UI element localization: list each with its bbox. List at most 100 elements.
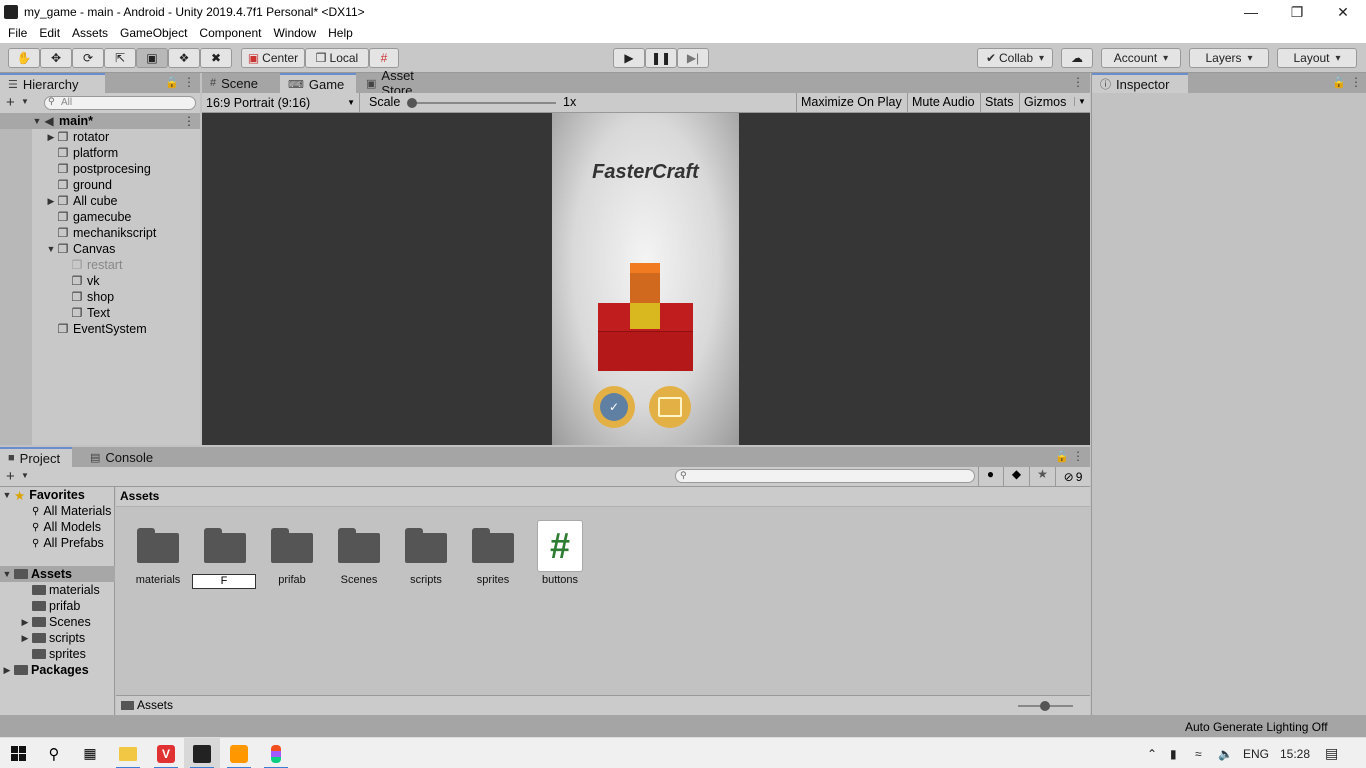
- menu-file[interactable]: File: [2, 24, 33, 43]
- clock[interactable]: 15:28: [1280, 738, 1310, 768]
- account-dropdown[interactable]: Account: [1101, 48, 1181, 68]
- panel-menu-icon[interactable]: ⋮: [1350, 75, 1362, 89]
- asset-folder-row[interactable]: prifab: [0, 598, 115, 614]
- step-button[interactable]: ▶|: [677, 48, 709, 68]
- tab-asset-store[interactable]: ▣ Asset Store: [358, 68, 454, 98]
- hierarchy-item[interactable]: ❐ shop: [0, 289, 200, 305]
- asset-folder-row[interactable]: sprites: [0, 646, 115, 662]
- scene-menu-icon[interactable]: ⋮: [183, 114, 195, 128]
- favorite-star-icon[interactable]: ★: [1029, 467, 1055, 486]
- rotate-tool-icon[interactable]: ⟳: [72, 48, 104, 68]
- expand-arrow-icon[interactable]: ▼: [0, 569, 14, 579]
- hierarchy-item[interactable]: ❐ Text: [0, 305, 200, 321]
- create-icon[interactable]: +: [6, 468, 15, 485]
- windows-start-icon[interactable]: [0, 738, 36, 768]
- scale-tool-icon[interactable]: ⇱: [104, 48, 136, 68]
- tray-chevron-icon[interactable]: ⌃: [1147, 738, 1157, 768]
- menu-window[interactable]: Window: [267, 24, 322, 43]
- cloud-icon[interactable]: ☁: [1061, 48, 1093, 68]
- scene-row[interactable]: ▼ ◀ main*: [0, 113, 200, 129]
- language-indicator[interactable]: ENG: [1243, 738, 1269, 768]
- packages-row[interactable]: ▶ Packages: [0, 662, 115, 678]
- menu-component[interactable]: Component: [193, 24, 267, 43]
- asset-folder-renaming[interactable]: F: [191, 520, 259, 590]
- restore-icon[interactable]: ❐: [1274, 0, 1320, 24]
- project-breadcrumb[interactable]: Assets: [116, 487, 1090, 507]
- layout-dropdown[interactable]: Layout: [1277, 48, 1357, 68]
- expand-arrow-icon[interactable]: ▼: [32, 116, 42, 126]
- icon-size-slider-handle[interactable]: [1040, 701, 1050, 711]
- lock-icon[interactable]: 🔒: [1055, 450, 1069, 463]
- panel-menu-icon[interactable]: ⋮: [1072, 449, 1084, 463]
- tab-game[interactable]: ⌨ Game: [280, 73, 356, 93]
- expand-arrow-icon[interactable]: ▶: [0, 665, 14, 676]
- rect-tool-icon[interactable]: ▣: [136, 48, 168, 68]
- shop-button[interactable]: [649, 386, 691, 428]
- vk-button[interactable]: ✓: [593, 386, 635, 428]
- scale-slider-handle[interactable]: [407, 98, 417, 108]
- hierarchy-item[interactable]: ▶ ❐ All cube: [0, 193, 200, 209]
- menu-gameobject[interactable]: GameObject: [114, 24, 193, 43]
- asset-folder-row[interactable]: ▶ scripts: [0, 630, 115, 646]
- tab-hierarchy[interactable]: ☰ Hierarchy: [0, 73, 105, 93]
- tab-project[interactable]: ■ Project: [0, 447, 72, 467]
- pivot-local-button[interactable]: ❒ Local: [305, 48, 369, 68]
- hierarchy-item[interactable]: ❐ vk: [0, 273, 200, 289]
- chevron-down-icon[interactable]: ▼: [21, 471, 29, 480]
- battery-icon[interactable]: ▮: [1170, 738, 1177, 768]
- play-button[interactable]: ▶: [613, 48, 645, 68]
- maximize-on-play-toggle[interactable]: Maximize On Play: [796, 93, 906, 112]
- search-icon[interactable]: ⚲: [36, 738, 72, 768]
- pause-button[interactable]: ❚❚: [645, 48, 677, 68]
- aspect-dropdown[interactable]: 16:9 Portrait (9:16) ▼: [202, 93, 360, 112]
- tab-console[interactable]: ▤ Console: [82, 447, 162, 467]
- grid-snap-icon[interactable]: #: [369, 48, 399, 68]
- mute-audio-toggle[interactable]: Mute Audio: [907, 93, 979, 112]
- hierarchy-item[interactable]: ❐ platform: [0, 145, 200, 161]
- move-tool-icon[interactable]: ✥: [40, 48, 72, 68]
- hierarchy-item[interactable]: ▼ ❐ Canvas: [0, 241, 200, 257]
- filter-type-icon[interactable]: ●: [978, 467, 1002, 486]
- asset-folder[interactable]: prifab: [258, 520, 326, 590]
- hierarchy-item[interactable]: ❐ ground: [0, 177, 200, 193]
- hierarchy-item[interactable]: ❐ gamecube: [0, 209, 200, 225]
- project-search-input[interactable]: [675, 469, 975, 483]
- collab-button[interactable]: ✔ Collab: [977, 48, 1053, 68]
- add-icon[interactable]: +: [6, 94, 15, 111]
- custom-tool-icon[interactable]: ✖: [200, 48, 232, 68]
- notification-icon[interactable]: ▤: [1325, 738, 1338, 768]
- favorite-item[interactable]: ⚲ All Prefabs: [0, 535, 115, 551]
- asset-folder[interactable]: Scenes: [325, 520, 393, 590]
- favorite-item[interactable]: ⚲ All Materials: [0, 503, 115, 519]
- hierarchy-item[interactable]: ▶ ❐ rotator: [0, 129, 200, 145]
- minimize-icon[interactable]: —: [1228, 0, 1274, 24]
- asset-folder[interactable]: materials: [124, 520, 192, 590]
- scale-slider-track[interactable]: [410, 102, 556, 104]
- stats-toggle[interactable]: Stats: [980, 93, 1018, 112]
- asset-folder[interactable]: sprites: [459, 520, 527, 590]
- pivot-center-button[interactable]: ▣ Center: [241, 48, 305, 68]
- chevron-down-icon[interactable]: ▼: [21, 97, 29, 106]
- figma-icon[interactable]: [258, 738, 294, 768]
- hand-tool-icon[interactable]: ✋: [8, 48, 40, 68]
- hierarchy-item[interactable]: ❐ mechanikscript: [0, 225, 200, 241]
- tab-inspector[interactable]: ⓘ Inspector: [1092, 73, 1188, 93]
- asset-script[interactable]: # buttons: [526, 520, 594, 590]
- panel-menu-icon[interactable]: ⋮: [1072, 75, 1084, 89]
- panel-menu-icon[interactable]: ⋮: [183, 75, 195, 89]
- hierarchy-item[interactable]: ❐ restart: [0, 257, 200, 273]
- sublime-icon[interactable]: [221, 738, 257, 768]
- lock-icon[interactable]: 🔒: [1332, 76, 1346, 89]
- file-explorer-icon[interactable]: [110, 738, 146, 768]
- gizmos-chevron-icon[interactable]: ▼: [1074, 97, 1086, 106]
- unity-taskbar-icon[interactable]: [184, 738, 220, 768]
- layers-dropdown[interactable]: Layers: [1189, 48, 1269, 68]
- hierarchy-item[interactable]: ❐ postprocesing: [0, 161, 200, 177]
- wifi-icon[interactable]: ≈: [1195, 738, 1202, 768]
- favorite-item[interactable]: ⚲ All Models: [0, 519, 115, 535]
- tab-scene[interactable]: # Scene: [202, 73, 280, 93]
- gizmos-toggle[interactable]: Gizmos: [1019, 93, 1070, 112]
- hidden-packages-toggle[interactable]: ⊘ 9: [1055, 467, 1090, 486]
- asset-folder-row[interactable]: ▶ Scenes: [0, 614, 115, 630]
- asset-folder-row[interactable]: materials: [0, 582, 115, 598]
